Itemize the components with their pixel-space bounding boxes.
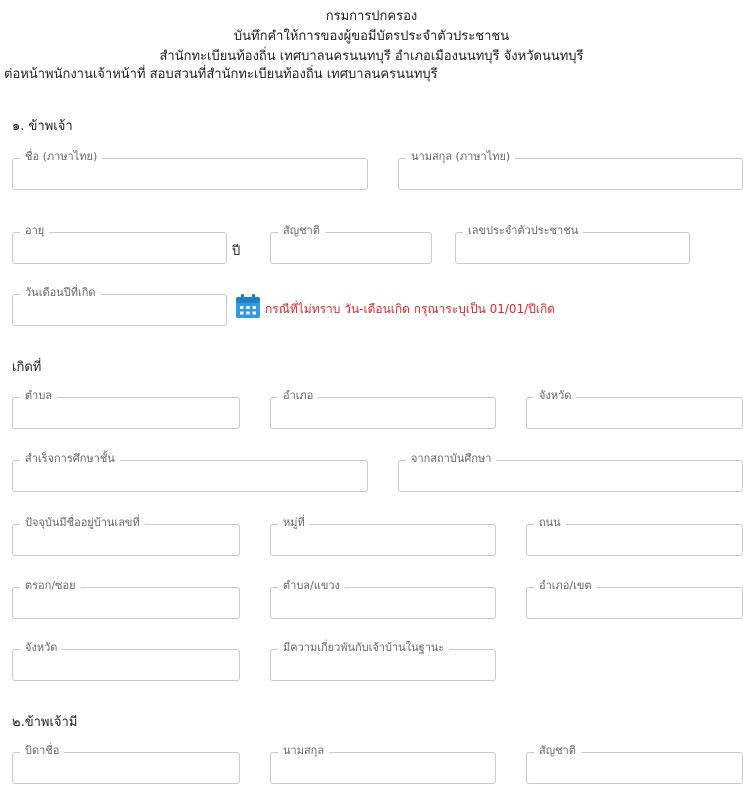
moo-field[interactable]: หมู่ที่: [270, 516, 496, 556]
section-2-title: ๒.ข้าพเจ้ามี: [12, 715, 78, 730]
birth-province-label: จังหวัด: [534, 389, 577, 403]
birth-date-note: กรณีที่ไม่ทราบ วัน-เดือนเกิด กรุณาระบุเป…: [265, 302, 556, 316]
birth-date-field[interactable]: วันเดือนปีที่เกิด: [12, 286, 227, 326]
id-number-field[interactable]: เลขประจำตัวประชาชน: [455, 224, 690, 264]
age-field[interactable]: อายุ: [12, 224, 227, 264]
education-level-label: สำเร็จการศึกษาชั้น: [20, 452, 120, 466]
soi-field[interactable]: ตรอก/ซอย: [12, 579, 240, 619]
birth-district-label: อำเภอ: [278, 389, 319, 403]
first-name-field[interactable]: ชื่อ (ภาษาไทย): [12, 150, 368, 190]
relation-label: มีความเกี่ยวพันกับเจ้าบ้านในฐานะ: [278, 641, 450, 655]
birth-subdistrict-field[interactable]: ตำบล: [12, 389, 240, 429]
nationality-field[interactable]: สัญชาติ: [270, 224, 432, 264]
birth-date-label: วันเดือนปีที่เกิด: [20, 286, 101, 300]
age-label: อายุ: [20, 224, 50, 238]
first-name-label: ชื่อ (ภาษาไทย): [20, 150, 103, 164]
district-label: อำเภอ/เขต: [534, 579, 597, 593]
sub-district-label: ตำบล/แขวง: [278, 579, 345, 593]
age-unit: ปี: [232, 244, 241, 259]
relation-field[interactable]: มีความเกี่ยวพันกับเจ้าบ้านในฐานะ: [270, 641, 496, 681]
nationality-label: สัญชาติ: [278, 224, 325, 238]
father-nationality-field[interactable]: สัญชาติ: [526, 744, 743, 784]
institution-field[interactable]: จากสถาบันศึกษา: [398, 452, 743, 492]
education-level-field[interactable]: สำเร็จการศึกษาชั้น: [12, 452, 368, 492]
soi-label: ตรอก/ซอย: [20, 579, 81, 593]
province-field[interactable]: จังหวัด: [12, 641, 240, 681]
header-office: สำนักทะเบียนท้องถิ่น เทศบาลนครนนทบุรี อำ…: [159, 49, 584, 64]
father-nationality-label: สัญชาติ: [534, 744, 581, 758]
father-lastname-label: นามสกุล: [278, 744, 330, 758]
birthplace-title: เกิดที่: [12, 360, 42, 375]
birth-subdistrict-label: ตำบล: [20, 389, 58, 403]
house-no-field[interactable]: ปัจจุบันมีชื่ออยู่บ้านเลขที่: [12, 516, 240, 556]
institution-label: จากสถาบันศึกษา: [406, 452, 497, 466]
father-lastname-field[interactable]: นามสกุล: [270, 744, 496, 784]
calendar-icon[interactable]: [235, 293, 261, 323]
header-dept: กรมการปกครอง: [325, 9, 418, 24]
province-label: จังหวัด: [20, 641, 63, 655]
father-name-label: บิดาชื่อ: [20, 744, 65, 758]
section-1-title: ๑. ข้าพเจ้า: [12, 119, 73, 134]
last-name-field[interactable]: นามสกุล (ภาษาไทย): [398, 150, 743, 190]
father-name-field[interactable]: บิดาชื่อ: [12, 744, 240, 784]
birth-district-field[interactable]: อำเภอ: [270, 389, 496, 429]
house-no-label: ปัจจุบันมีชื่ออยู่บ้านเลขที่: [20, 516, 145, 530]
road-label: ถนน: [534, 516, 566, 530]
road-field[interactable]: ถนน: [526, 516, 743, 556]
last-name-label: นามสกุล (ภาษาไทย): [406, 150, 516, 164]
birth-province-field[interactable]: จังหวัด: [526, 389, 743, 429]
district-field[interactable]: อำเภอ/เขต: [526, 579, 743, 619]
id-number-label: เลขประจำตัวประชาชน: [463, 224, 584, 238]
moo-label: หมู่ที่: [278, 516, 310, 530]
header-officer: ต่อหน้าพนักงานเจ้าหน้าที่ สอบสวนที่สำนัก…: [4, 67, 438, 82]
header-form-title: บันทึกคำให้การของผู้ขอมีบัตรประจำตัวประช…: [233, 29, 510, 44]
sub-district-field[interactable]: ตำบล/แขวง: [270, 579, 496, 619]
